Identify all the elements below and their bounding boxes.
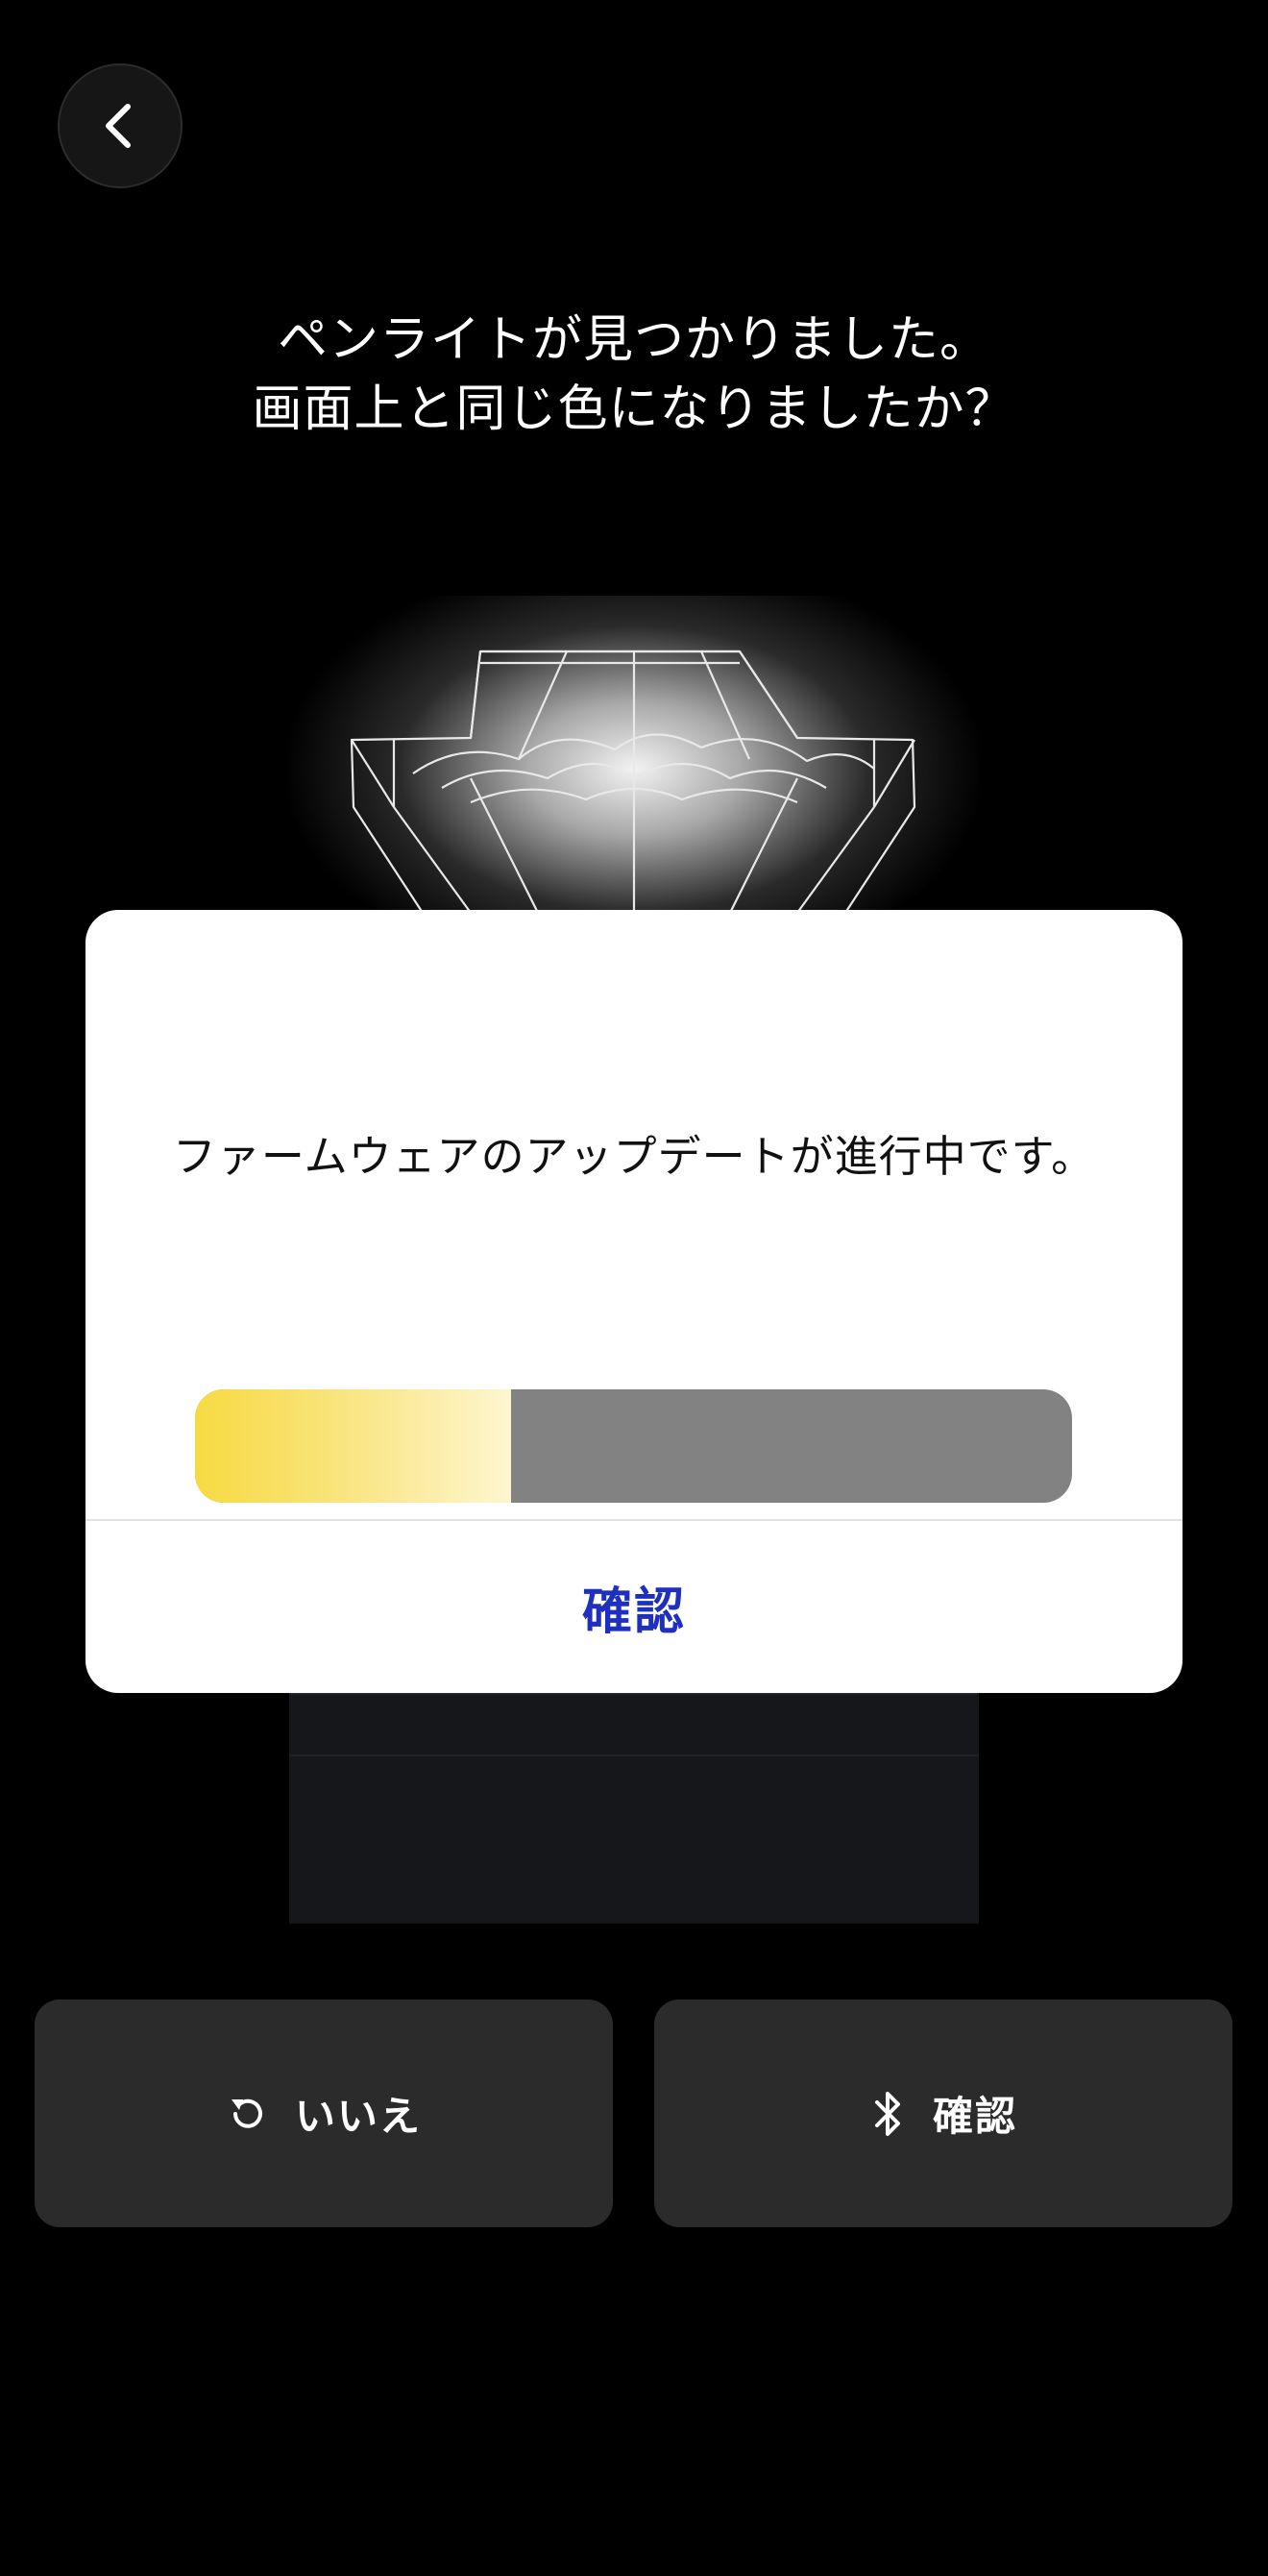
confirm-button[interactable]: 確認 (654, 1999, 1232, 2227)
firmware-update-dialog: ファームウェアのアップデートが進行中です。 確認 (85, 910, 1183, 1693)
prompt-line-2: 画面上と同じ色になりましたか？ (252, 380, 1016, 438)
no-button[interactable]: いいえ (35, 1999, 613, 2227)
back-button[interactable] (58, 63, 183, 188)
lightstick-image (350, 650, 916, 915)
firmware-progress-fill (195, 1389, 511, 1503)
confirm-button-label: 確認 (932, 2093, 1017, 2140)
bluetooth-icon (869, 2088, 908, 2140)
lightstick-stand (289, 1672, 979, 1924)
dialog-confirm-button[interactable]: 確認 (85, 1521, 1183, 1693)
refresh-icon (226, 2092, 270, 2136)
chevron-left-icon (106, 104, 131, 148)
firmware-progress-bar (195, 1389, 1072, 1503)
firmware-update-message: ファームウェアのアップデートが進行中です。 (172, 1131, 1096, 1182)
no-button-label: いいえ (294, 2093, 422, 2140)
connection-prompt: ペンライトが見つかりました。 画面上と同じ色になりましたか？ (0, 306, 1268, 444)
prompt-line-1: ペンライトが見つかりました。 (277, 311, 990, 369)
